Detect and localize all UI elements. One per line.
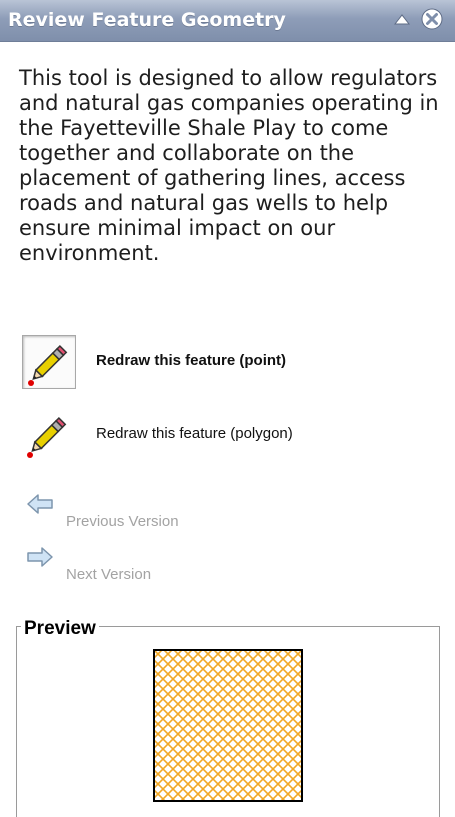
tool-description: This tool is designed to allow regulator… <box>19 66 439 265</box>
panel-title: Review Feature Geometry <box>8 9 286 31</box>
arrow-right-icon[interactable] <box>26 546 54 568</box>
next-version-label: Next Version <box>66 566 152 583</box>
preview-legend: Preview <box>21 618 99 640</box>
preview-polygon <box>153 649 303 802</box>
panel-titlebar: Review Feature Geometry <box>0 0 455 42</box>
triangle-up-icon[interactable] <box>392 10 412 30</box>
redraw-polygon-label: Redraw this feature (polygon) <box>96 425 293 442</box>
previous-version-button[interactable]: Previous Version <box>26 493 266 537</box>
pencil-icon[interactable] <box>22 408 76 462</box>
pencil-icon[interactable] <box>22 335 76 389</box>
previous-version-label: Previous Version <box>66 513 179 530</box>
redraw-polygon-button[interactable]: Redraw this feature (polygon) <box>22 408 442 464</box>
arrow-left-icon[interactable] <box>26 493 54 515</box>
preview-panel: Preview <box>16 618 440 817</box>
redraw-point-button[interactable]: Redraw this feature (point) <box>22 335 442 391</box>
redraw-point-label: Redraw this feature (point) <box>96 352 287 369</box>
next-version-button[interactable]: Next Version <box>26 546 266 590</box>
close-icon[interactable] <box>420 7 444 31</box>
